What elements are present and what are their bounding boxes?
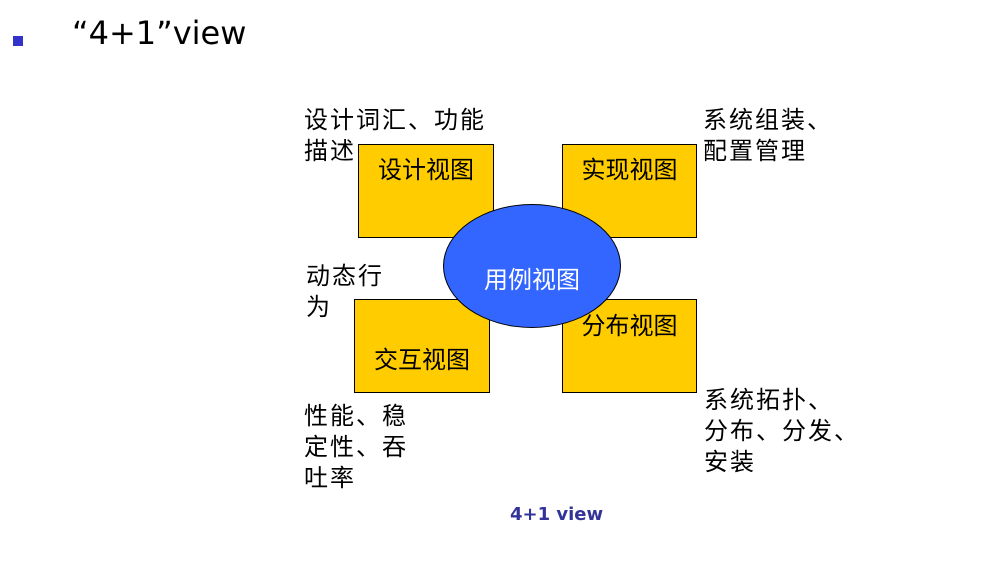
interaction-view-box: 交互视图: [354, 299, 490, 393]
note-design-line-1: 设计词汇、功能: [304, 106, 486, 134]
design-view-label: 设计视图: [378, 156, 474, 184]
note-topology-line-1: 系统拓扑、: [704, 386, 834, 414]
note-performance-line-3: 吐率: [304, 464, 356, 492]
note-behavior-line-1: 动态行: [306, 262, 384, 290]
use-case-view-label: 用例视图: [484, 266, 580, 294]
note-performance-line-2: 定性、吞: [304, 433, 408, 461]
note-implementation-line-2: 配置管理: [703, 137, 807, 165]
note-topology: 系统拓扑、 分布、分发、 安装: [704, 385, 860, 478]
note-implementation-line-1: 系统组装、: [703, 106, 833, 134]
diagram-caption: 4+1 view: [510, 504, 604, 525]
note-topology-line-3: 安装: [704, 448, 756, 476]
slide-title: “4+1”view: [72, 14, 247, 52]
interaction-view-label: 交互视图: [374, 346, 470, 374]
note-topology-line-2: 分布、分发、: [704, 417, 860, 445]
note-performance-line-1: 性能、稳: [304, 402, 408, 430]
implementation-view-label: 实现视图: [581, 156, 678, 184]
use-case-view-ellipse: 用例视图: [443, 204, 621, 328]
bullet-square: [13, 36, 23, 46]
note-performance: 性能、稳 定性、吞 吐率: [304, 401, 408, 494]
note-implementation: 系统组装、 配置管理: [703, 105, 833, 167]
